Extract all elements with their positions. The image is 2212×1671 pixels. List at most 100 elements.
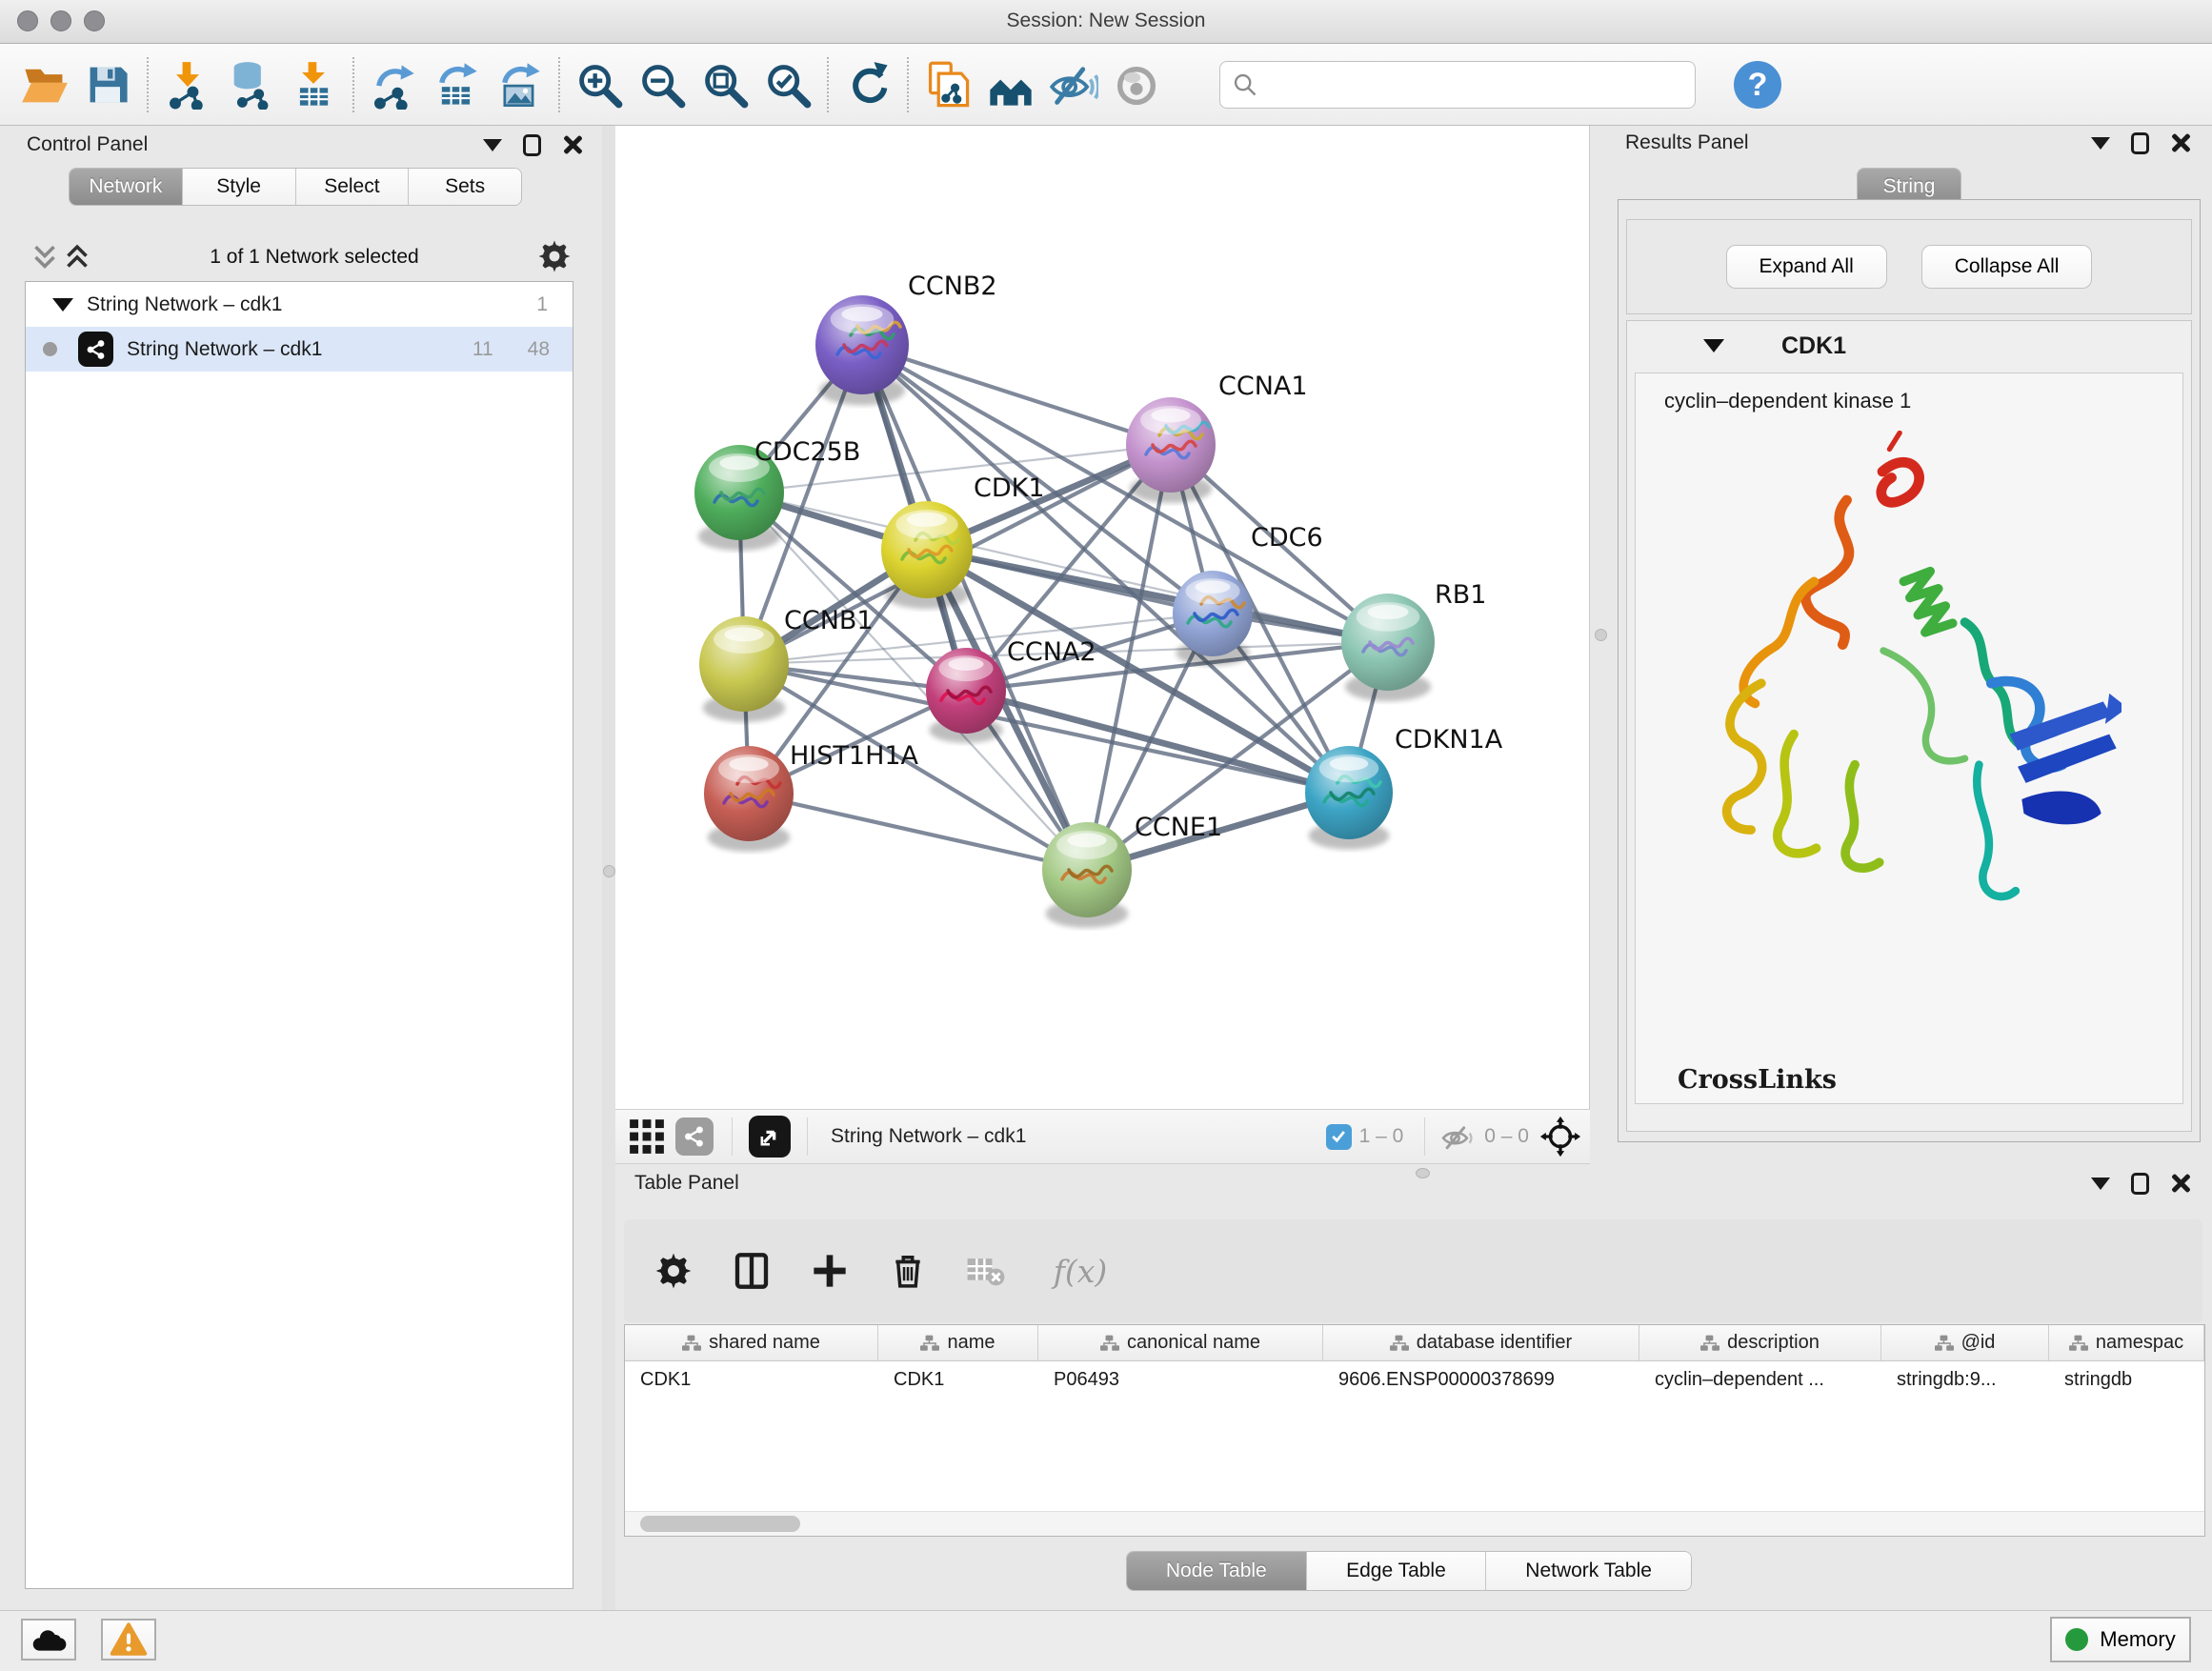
column-header-canonical-name[interactable]: canonical name [1038, 1325, 1323, 1360]
tab-node-table[interactable]: Node Table [1127, 1552, 1307, 1590]
expand-all-button[interactable]: Expand All [1726, 245, 1887, 289]
tab-edge-table[interactable]: Edge Table [1307, 1552, 1487, 1590]
zoom-out-button[interactable] [631, 54, 694, 115]
results-panel-close-icon[interactable] [2170, 132, 2191, 153]
table-cell[interactable]: 9606.ENSP00000378699 [1323, 1361, 1639, 1399]
import-table-file-button[interactable] [282, 54, 345, 115]
zoom-fit-button[interactable] [694, 54, 756, 115]
table-panel-close-icon[interactable] [2170, 1173, 2191, 1194]
tab-select[interactable]: Select [296, 169, 410, 205]
clone-network-button[interactable] [916, 54, 979, 115]
column-header-namespac[interactable]: namespac [2049, 1325, 2204, 1360]
column-tree-icon [682, 1335, 701, 1352]
left-splitter-handle[interactable] [603, 865, 615, 877]
node-label-CCNB2: CCNB2 [908, 272, 997, 301]
network-row[interactable]: String Network – cdk1 11 48 [26, 327, 573, 372]
search-field[interactable] [1219, 61, 1696, 109]
warnings-button[interactable] [101, 1619, 156, 1661]
memory-button[interactable]: Memory [2050, 1617, 2191, 1662]
control-panel-close-icon[interactable] [562, 134, 583, 155]
cloud-status-button[interactable] [21, 1619, 76, 1661]
column-header--id[interactable]: @id [1881, 1325, 2049, 1360]
zoom-selected-button[interactable] [756, 54, 819, 115]
network-node-CCNA1[interactable]: CCNA1 [1126, 372, 1308, 503]
tab-network[interactable]: Network [70, 169, 183, 205]
collection-disclosure-icon[interactable] [52, 298, 73, 312]
zoom-selected-icon [763, 60, 813, 110]
crosslinks-title: CrossLinks [1678, 1065, 2182, 1095]
network-node-CCNB1[interactable]: CCNB1 [699, 606, 874, 722]
table-cell[interactable]: cyclin–dependent ... [1639, 1361, 1881, 1399]
birds-eye-view-button[interactable] [746, 1114, 794, 1159]
search-input[interactable] [1268, 73, 1683, 95]
update-enrichment-button[interactable] [836, 54, 899, 115]
network-node-RB1[interactable]: RB1 [1341, 580, 1486, 701]
export-network-button[interactable] [362, 54, 425, 115]
control-panel-title: Control Panel [27, 133, 148, 156]
network-graph[interactable]: CCNB2CCNA1CDC25BCDK1CDC6RB1CCNB1CCNA2CDK… [615, 126, 1590, 1109]
import-network-database-button[interactable] [219, 54, 282, 115]
zoom-in-button[interactable] [568, 54, 631, 115]
table-cell[interactable]: stringdb [2049, 1361, 2204, 1399]
save-session-button[interactable] [76, 54, 139, 115]
expand-all-icon[interactable] [61, 243, 93, 272]
network-edge-CCNB2-CCNE1[interactable] [862, 345, 1087, 870]
selected-items-checkbox[interactable] [1326, 1124, 1352, 1150]
network-edge-HIST1H1A-CCNE1[interactable] [749, 794, 1087, 870]
tab-sets[interactable]: Sets [409, 169, 521, 205]
network-collection-row[interactable]: String Network – cdk1 1 [26, 282, 573, 327]
network-edge-CDK1-RB1[interactable] [927, 550, 1388, 642]
show-grid-button[interactable] [623, 1114, 671, 1159]
network-options-button[interactable] [535, 238, 573, 276]
results-panel-minimize-icon[interactable] [2091, 137, 2110, 150]
table-panel-float-icon[interactable] [2131, 1173, 2149, 1195]
network-node-CDC25B[interactable]: CDC25B [694, 437, 860, 551]
fit-selected-button[interactable] [1537, 1114, 1584, 1159]
function-builder-button[interactable]: f(x) [1037, 1244, 1123, 1298]
column-header-shared-name[interactable]: shared name [625, 1325, 878, 1360]
node-table[interactable]: shared namenamecanonical namedatabase id… [624, 1324, 2205, 1537]
table-panel-minimize-icon[interactable] [2091, 1178, 2110, 1190]
string-expand-button[interactable] [979, 54, 1042, 115]
table-cell[interactable]: P06493 [1038, 1361, 1323, 1399]
string-style-button[interactable] [671, 1114, 718, 1159]
network-node-HIST1H1A[interactable]: HIST1H1A [704, 741, 919, 852]
table-cell[interactable]: stringdb:9... [1881, 1361, 2049, 1399]
column-header-name[interactable]: name [878, 1325, 1038, 1360]
protein-disclosure-icon[interactable] [1703, 339, 1724, 352]
show-columns-button[interactable] [725, 1244, 778, 1298]
network-node-CCNE1[interactable]: CCNE1 [1042, 813, 1222, 928]
table-cell[interactable]: CDK1 [878, 1361, 1038, 1399]
import-network-file-button[interactable] [156, 54, 219, 115]
tab-network-table[interactable]: Network Table [1486, 1552, 1691, 1590]
results-panel-float-icon[interactable] [2131, 132, 2149, 154]
tab-style[interactable]: Style [183, 169, 296, 205]
table-options-button[interactable] [647, 1244, 700, 1298]
show-all-button[interactable] [1105, 54, 1168, 115]
help-button[interactable]: ? [1734, 61, 1781, 109]
table-row[interactable]: CDK1CDK1P064939606.ENSP00000378699cyclin… [625, 1361, 2204, 1399]
control-panel-float-icon[interactable] [523, 134, 541, 156]
delete-table-button[interactable] [959, 1244, 1013, 1298]
network-edge-CCNA1-CCNE1[interactable] [1087, 445, 1171, 870]
scrollbar-thumb[interactable] [640, 1516, 800, 1532]
table-horizontal-scrollbar[interactable] [625, 1511, 2204, 1536]
table-cell[interactable]: CDK1 [625, 1361, 878, 1399]
hide-selected-button[interactable] [1042, 54, 1105, 115]
column-tree-icon [1935, 1335, 1954, 1352]
create-column-button[interactable] [803, 1244, 856, 1298]
table-toolbar: f(x) [624, 1219, 2202, 1322]
collapse-all-icon[interactable] [29, 243, 61, 272]
column-header-database-identifier[interactable]: database identifier [1323, 1325, 1639, 1360]
delete-column-button[interactable] [881, 1244, 935, 1298]
network-canvas[interactable]: CCNB2CCNA1CDC25BCDK1CDC6RB1CCNB1CCNA2CDK… [615, 126, 1590, 1109]
control-panel-minimize-icon[interactable] [483, 139, 502, 151]
hidden-eye-slash-icon [1438, 1117, 1477, 1156]
open-session-button[interactable] [13, 54, 76, 115]
export-table-button[interactable] [425, 54, 488, 115]
network-node-CDKN1A[interactable]: CDKN1A [1305, 725, 1503, 850]
export-image-button[interactable] [488, 54, 551, 115]
collapse-all-button[interactable]: Collapse All [1921, 245, 2093, 289]
column-header-description[interactable]: description [1639, 1325, 1881, 1360]
right-splitter-handle[interactable] [1595, 629, 1607, 641]
